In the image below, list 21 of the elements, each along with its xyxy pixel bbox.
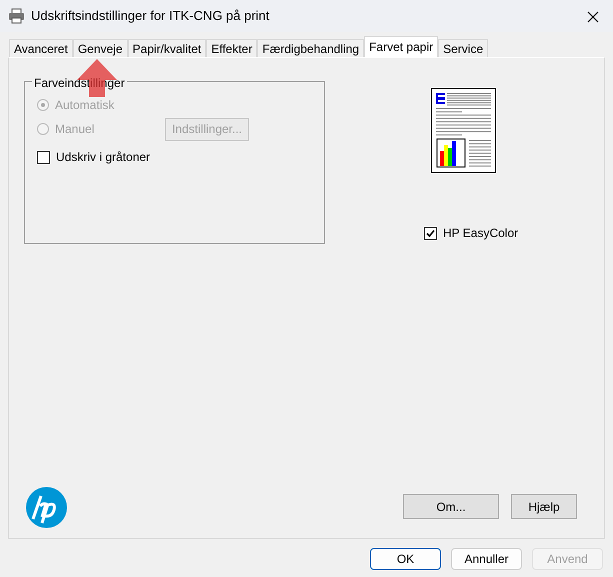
logo-icon: [26, 487, 67, 528]
dialog-button[interactable]: Annuller: [451, 548, 522, 570]
tab[interactable]: Effekter: [206, 39, 258, 57]
checkbox[interactable]: [37, 150, 50, 164]
tab[interactable]: Færdigbehandling: [257, 39, 364, 57]
tab[interactable]: Genveje: [72, 39, 128, 57]
tab[interactable]: Papir/kvalitet: [128, 39, 206, 57]
radio-label: Automatisk: [55, 97, 116, 114]
checkbox-label: HP EasyColor: [443, 225, 518, 242]
checkbox-label: Udskriv i gråtoner: [56, 149, 150, 166]
dialog-button[interactable]: Om...: [403, 494, 499, 519]
dialog-button[interactable]: Hjælp: [511, 494, 577, 519]
close-icon[interactable]: [587, 10, 599, 23]
tab[interactable]: Avanceret: [9, 39, 73, 57]
radio-label: Manuel: [55, 121, 96, 138]
tab[interactable]: Service: [438, 39, 488, 57]
window-title: Udskriftsindstillinger for ITK-CNG på print: [31, 7, 270, 26]
dialog-button[interactable]: OK: [370, 548, 441, 570]
printer-icon: [8, 8, 25, 24]
checkbox[interactable]: [424, 226, 437, 240]
tab[interactable]: Farvet papir: [364, 36, 438, 57]
